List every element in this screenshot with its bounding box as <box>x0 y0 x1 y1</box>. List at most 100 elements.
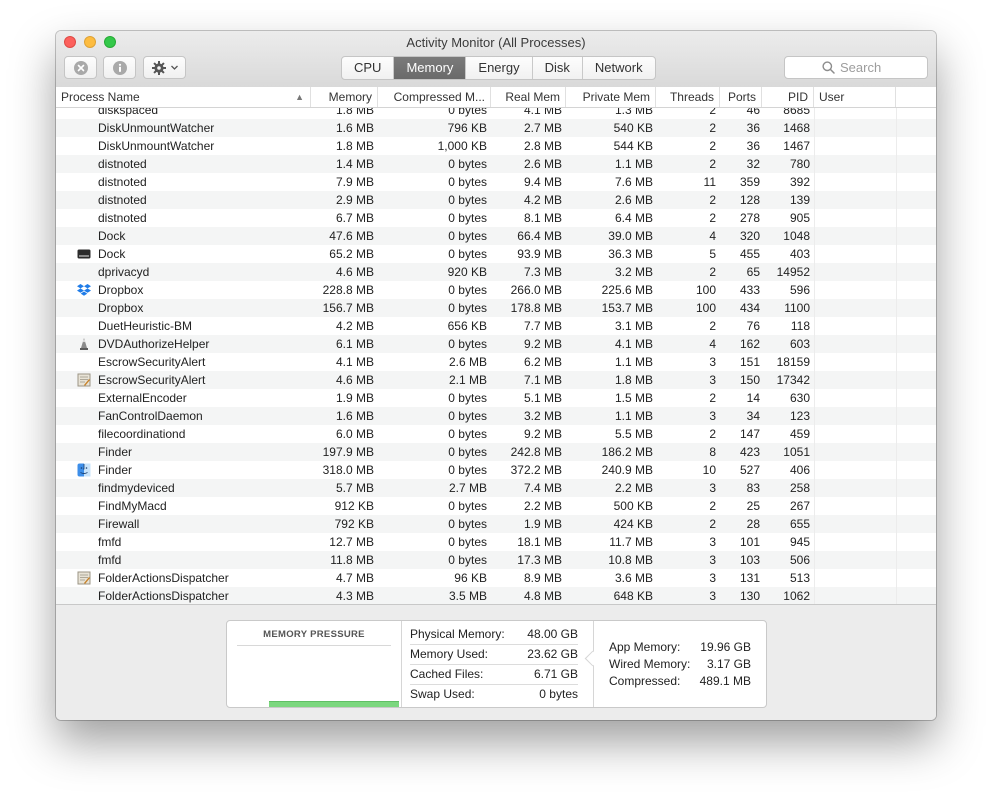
stat-label: Wired Memory: <box>609 657 691 671</box>
table-row[interactable]: fmfd 12.7 MB 0 bytes 18.1 MB 11.7 MB 3 101 945 <box>56 533 936 551</box>
ports-cell: 150 <box>739 373 760 387</box>
real-mem-cell: 93.9 MB <box>517 247 562 261</box>
private-mem-cell: 4.1 MB <box>614 337 653 351</box>
table-row[interactable]: Dock 65.2 MB 0 bytes 93.9 MB 36.3 MB 5 455 403 <box>56 245 936 263</box>
threads-cell: 2 <box>709 499 716 513</box>
process-name-cell: EscrowSecurityAlert <box>98 355 206 369</box>
finder-icon <box>76 461 92 479</box>
process-name-cell: fmfd <box>98 553 122 567</box>
table-row[interactable]: FindMyMacd 912 KB 0 bytes 2.2 MB 500 KB 2 25 26… <box>56 497 936 515</box>
private-mem-cell: 225.6 MB <box>601 283 653 297</box>
compressed-memory-cell: 2.1 MB <box>448 373 487 387</box>
table-row[interactable]: findmydeviced 5.7 MB 2.7 MB 7.4 MB 2.2 MB 3 83… <box>56 479 936 497</box>
table-row[interactable]: DVDAuthorizeHelper 6.1 MB 0 bytes 9.2 MB 4.1… <box>56 335 936 353</box>
table-row[interactable]: diskspaced 1.8 MB 0 bytes 4.1 MB 1.3 MB 2 46 86… <box>56 108 936 119</box>
column-header-memory[interactable]: Memory <box>311 87 378 107</box>
table-row[interactable]: Dock 47.6 MB 0 bytes 66.4 MB 39.0 MB 4 320 1048 <box>56 227 936 245</box>
compressed-memory-cell: 0 bytes <box>448 337 487 351</box>
tab-cpu[interactable]: CPU <box>342 57 395 79</box>
table-header: Process Name ▲ Memory Compressed M... Re… <box>56 87 936 108</box>
column-header-user[interactable]: User <box>814 87 896 107</box>
memory-cell: 12.7 MB <box>329 535 374 549</box>
table-row[interactable]: FolderActionsDispatcher 4.7 MB 96 KB 8.9 MB… <box>56 569 936 587</box>
stop-process-icon <box>73 60 88 75</box>
real-mem-cell: 2.7 MB <box>523 121 562 135</box>
memory-pressure-bar <box>269 701 399 707</box>
stat-label: Cached Files: <box>410 667 484 681</box>
row-icon-placeholder <box>76 209 92 227</box>
search-field[interactable] <box>784 56 928 79</box>
private-mem-cell: 240.9 MB <box>601 463 653 477</box>
table-row[interactable]: DiskUnmountWatcher 1.8 MB 1,000 KB 2.8 MB 54… <box>56 137 936 155</box>
process-name-cell: distnoted <box>98 157 147 171</box>
tab-network[interactable]: Network <box>583 57 655 79</box>
inspect-process-button[interactable] <box>103 56 136 79</box>
search-input[interactable] <box>835 60 890 75</box>
memory-cell: 228.8 MB <box>322 283 374 297</box>
table-row[interactable]: distnoted 7.9 MB 0 bytes 9.4 MB 7.6 MB 11 359 3… <box>56 173 936 191</box>
column-header-compressed-memory[interactable]: Compressed M... <box>378 87 491 107</box>
table-row[interactable]: EscrowSecurityAlert 4.1 MB 2.6 MB 6.2 MB 1.1… <box>56 353 936 371</box>
tab-energy[interactable]: Energy <box>466 57 533 79</box>
compressed-memory-cell: 2.7 MB <box>448 481 487 495</box>
pid-cell: 1062 <box>783 589 810 603</box>
column-header-pid[interactable]: PID <box>762 87 814 107</box>
private-mem-cell: 1.1 MB <box>614 355 653 369</box>
column-header-process-name[interactable]: Process Name ▲ <box>56 87 311 107</box>
table-row[interactable]: filecoordinationd 6.0 MB 0 bytes 9.2 MB 5.5 … <box>56 425 936 443</box>
stop-process-button[interactable] <box>64 56 97 79</box>
ports-cell: 46 <box>746 108 760 117</box>
table-row[interactable]: FolderActionsDispatcher 4.3 MB 3.5 MB 4.8 M… <box>56 587 936 604</box>
pid-cell: 392 <box>789 175 810 189</box>
table-row[interactable]: Firewall 792 KB 0 bytes 1.9 MB 424 KB 2 28 655 <box>56 515 936 533</box>
sort-ascending-icon: ▲ <box>295 92 304 102</box>
table-row[interactable]: distnoted 1.4 MB 0 bytes 2.6 MB 1.1 MB 2 32 780 <box>56 155 936 173</box>
memory-summary-box: MEMORY PRESSURE Physical Memory: 48.00 G… <box>226 620 767 708</box>
column-header-ports[interactable]: Ports <box>720 87 762 107</box>
table-row[interactable]: Dropbox 156.7 MB 0 bytes 178.8 MB 153.7 MB 10… <box>56 299 936 317</box>
real-mem-cell: 7.3 MB <box>523 265 562 279</box>
pid-cell: 118 <box>790 319 810 333</box>
private-mem-cell: 6.4 MB <box>614 211 653 225</box>
tab-disk[interactable]: Disk <box>533 57 583 79</box>
process-name-cell: Finder <box>98 463 133 477</box>
table-row[interactable]: dprivacyd 4.6 MB 920 KB 7.3 MB 3.2 MB 2 65 1495… <box>56 263 936 281</box>
threads-cell: 4 <box>709 229 716 243</box>
stat-value: 48.00 GB <box>527 627 578 641</box>
process-name-cell: Dock <box>98 247 126 261</box>
private-mem-cell: 1.3 MB <box>614 108 653 117</box>
ports-cell: 14 <box>746 391 760 405</box>
ports-cell: 423 <box>739 445 760 459</box>
stat-value: 19.96 GB <box>700 640 751 654</box>
table-row[interactable]: EscrowSecurityAlert 4.6 MB 2.1 MB 7.1 MB 1.8… <box>56 371 936 389</box>
table-row[interactable]: fmfd 11.8 MB 0 bytes 17.3 MB 10.8 MB 3 103 506 <box>56 551 936 569</box>
compressed-memory-cell: 0 bytes <box>448 535 487 549</box>
process-table[interactable]: diskspaced 1.8 MB 0 bytes 4.1 MB 1.3 MB 2 46 86… <box>56 108 936 604</box>
process-rows: diskspaced 1.8 MB 0 bytes 4.1 MB 1.3 MB 2 46 86… <box>56 108 936 604</box>
column-divider <box>814 108 815 604</box>
real-mem-cell: 18.1 MB <box>517 535 562 549</box>
table-row[interactable]: FanControlDaemon 1.6 MB 0 bytes 3.2 MB 1.1 M… <box>56 407 936 425</box>
table-row[interactable]: distnoted 2.9 MB 0 bytes 4.2 MB 2.6 MB 2 128 13… <box>56 191 936 209</box>
tab-memory[interactable]: Memory <box>394 57 467 79</box>
real-mem-cell: 8.1 MB <box>523 211 562 225</box>
table-row[interactable]: Dropbox 228.8 MB 0 bytes 266.0 MB 225.6 MB 10… <box>56 281 936 299</box>
action-menu-button[interactable] <box>143 56 186 79</box>
real-mem-cell: 8.9 MB <box>523 571 562 585</box>
table-row[interactable]: DuetHeuristic-BM 4.2 MB 656 KB 7.7 MB 3.1 MB… <box>56 317 936 335</box>
row-icon-placeholder <box>76 533 92 551</box>
table-row[interactable]: DiskUnmountWatcher 1.6 MB 796 KB 2.7 MB 540 … <box>56 119 936 137</box>
column-header-threads[interactable]: Threads <box>656 87 720 107</box>
table-row[interactable]: distnoted 6.7 MB 0 bytes 8.1 MB 6.4 MB 2 278 90… <box>56 209 936 227</box>
memory-cell: 1.9 MB <box>335 391 374 405</box>
process-name-cell: DiskUnmountWatcher <box>98 121 215 135</box>
table-row[interactable]: Finder 318.0 MB 0 bytes 372.2 MB 240.9 MB 10 5… <box>56 461 936 479</box>
ports-cell: 130 <box>739 589 760 603</box>
table-row[interactable]: ExternalEncoder 1.9 MB 0 bytes 5.1 MB 1.5 MB… <box>56 389 936 407</box>
compressed-memory-cell: 0 bytes <box>448 193 487 207</box>
real-mem-cell: 3.2 MB <box>523 409 562 423</box>
column-header-private-mem[interactable]: Private Mem <box>566 87 656 107</box>
memory-cell: 156.7 MB <box>322 301 374 315</box>
table-row[interactable]: Finder 197.9 MB 0 bytes 242.8 MB 186.2 MB 8 42… <box>56 443 936 461</box>
column-header-real-mem[interactable]: Real Mem <box>491 87 566 107</box>
